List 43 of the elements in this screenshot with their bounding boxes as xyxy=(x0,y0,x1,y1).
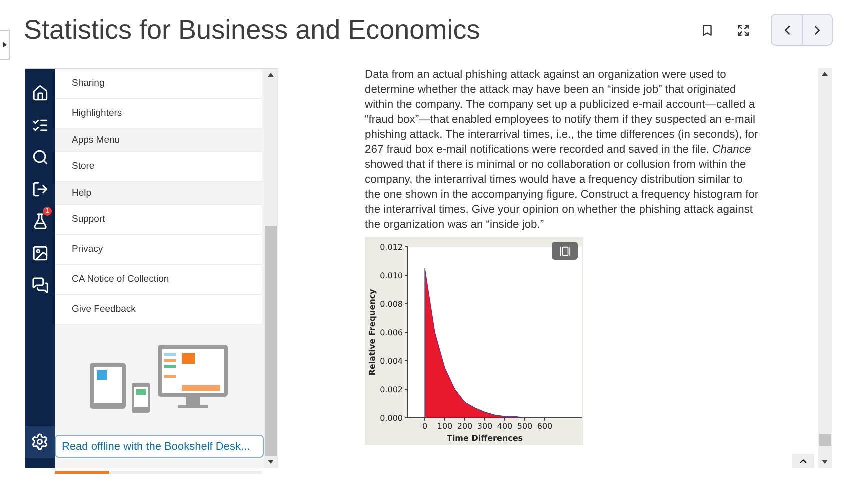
problem-text: Data from an actual phishing attack against an organization were used to determine whether the attack may have been an “inside job” that originated within the company. The company set up a publicized e-mail account—called a “fraud box”—that enabled employees to notify them if they suspected an e-mail phishing attack. The interarrival times, i.e., the time differences (in seconds), for 267 fraud box e-mail notifications were recorded and saved in the file. Chance showed that if there is minimal or no collaboration or collusion from within the company, the interarrival times would have a frequency distribution similar to the one shown in the accompanying figure. Construct a frequency histogram for the interarrival times. Give your opinion on whether the phishing attack against the organization was an “inside job.” xyxy=(365,68,760,233)
x-axis-label: Time Differences xyxy=(446,434,524,443)
y-tick-label: 0.004 xyxy=(380,357,403,366)
x-tick-label: 600 xyxy=(537,422,553,431)
bookmark-icon xyxy=(700,24,714,36)
caret-icon xyxy=(2,42,6,48)
x-tick-label: 100 xyxy=(437,422,453,431)
menu-item[interactable]: Sharing xyxy=(55,69,262,99)
sidebar-scrollbar[interactable] xyxy=(264,69,278,468)
exit-icon xyxy=(32,180,48,198)
menu-item[interactable]: Privacy xyxy=(55,235,262,265)
book-title: Statistics for Business and Economics xyxy=(24,14,482,46)
menu-item[interactable]: Give Feedback xyxy=(55,295,262,325)
y-tick-label: 0.012 xyxy=(380,243,403,252)
lab-icon xyxy=(32,212,48,230)
x-tick-label: 0 xyxy=(422,422,428,431)
y-tick-label: 0.008 xyxy=(380,300,403,309)
search-icon xyxy=(32,148,48,166)
menu-item[interactable]: CA Notice of Collection xyxy=(55,265,262,295)
menu-item[interactable]: Highlighters xyxy=(55,99,262,129)
x-tick-label: 200 xyxy=(457,422,473,431)
x-tick-label: 300 xyxy=(477,422,493,431)
y-tick-label: 0.006 xyxy=(380,328,403,338)
x-tick-label: 400 xyxy=(497,422,513,431)
panel-toggle-button[interactable] xyxy=(0,30,10,60)
y-tick-label: 0.002 xyxy=(380,386,403,394)
settings-icon xyxy=(31,433,49,451)
notes-icon xyxy=(32,276,48,294)
fullscreen-icon xyxy=(736,24,750,36)
gallery-icon xyxy=(560,246,570,256)
scroll-to-top-button[interactable] xyxy=(792,454,814,468)
media-icon xyxy=(32,244,48,262)
y-axis-label: Relative Frequency xyxy=(368,289,377,376)
content-scrollbar[interactable] xyxy=(818,68,832,468)
read-offline-button[interactable]: Read offline with the Bookshelf Desk... xyxy=(55,435,264,458)
y-tick-label: 0.010 xyxy=(380,272,403,280)
menu-item[interactable]: Store xyxy=(55,152,262,182)
settings-button[interactable] xyxy=(25,426,55,458)
menu-item[interactable]: Support xyxy=(55,205,262,235)
home-icon xyxy=(32,84,48,102)
gallery-button[interactable] xyxy=(552,242,578,260)
x-tick-label: 500 xyxy=(517,422,533,431)
y-tick-label: 0.000 xyxy=(380,414,403,423)
